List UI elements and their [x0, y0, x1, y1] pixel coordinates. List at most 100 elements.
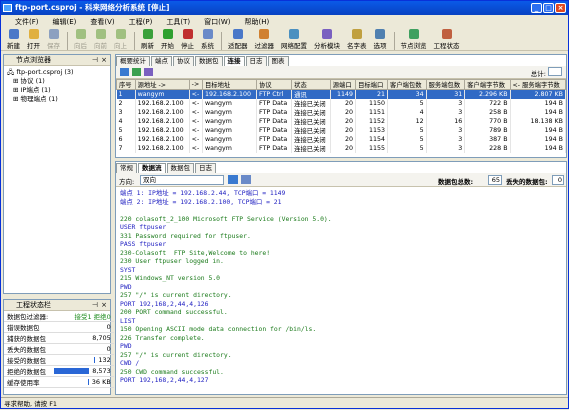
column-header[interactable]: 协议	[256, 79, 293, 90]
toolbar-button-16[interactable]: 节点浏览	[401, 29, 427, 50]
tab-bottom_tabs-1[interactable]: 数据流	[138, 163, 166, 173]
toolbar-button-11[interactable]: 过滤器	[255, 29, 274, 50]
pin-icon[interactable]: ⊣	[92, 55, 98, 66]
table-cell: 18.138 KB	[510, 117, 567, 126]
column-header[interactable]: 目标端口	[355, 79, 389, 90]
column-header[interactable]: <- 服务端字节数	[509, 79, 567, 90]
column-header[interactable]: 源端口	[329, 79, 357, 90]
tab-top_tabs-5[interactable]: 日志	[245, 56, 267, 66]
maximize-button[interactable]: □	[543, 3, 554, 13]
table-row[interactable]: 5 192.168.2.100 <- wangym FTP Data 连接已关闭 20 115…	[116, 126, 567, 135]
column-header[interactable]: 服务端包数	[425, 79, 466, 90]
toolbar-button-4[interactable]: 向前	[94, 29, 107, 50]
tab-bottom_tabs-0[interactable]: 常规	[116, 163, 137, 173]
pin-icon[interactable]: ⊣	[92, 300, 98, 311]
toolbar-button-9[interactable]: 系统	[201, 29, 214, 50]
stream-line: 200 PORT command successful.	[120, 308, 228, 316]
table-cell: wangym	[202, 117, 258, 126]
tab-top_tabs-1[interactable]: 端点	[151, 56, 172, 66]
table-cell: FTP Ctrl	[256, 89, 293, 99]
toolbar-button-6[interactable]: 刷新	[141, 29, 154, 50]
menu-file[interactable]: 文件(F)	[15, 17, 39, 27]
toolbar-button-3[interactable]: 向后	[74, 29, 87, 50]
status-value: 36 KB	[51, 376, 114, 388]
toolbar-button-13[interactable]: 分析模块	[314, 29, 340, 50]
menu-help[interactable]: 帮助(H)	[244, 17, 269, 27]
table-cell: 12	[387, 117, 427, 126]
table-cell: 192.168.2.100	[202, 89, 258, 99]
toolbar-icon	[202, 29, 213, 39]
view-icon[interactable]	[120, 68, 129, 76]
tab-bottom_tabs-3[interactable]: 日志	[195, 163, 216, 173]
tab-top_tabs-3[interactable]: 数据包	[195, 56, 223, 66]
close-icon[interactable]: ×	[101, 55, 107, 66]
total-dropdown[interactable]	[548, 67, 562, 76]
toolbar-button-10[interactable]: 适配器	[228, 29, 248, 50]
menu-project[interactable]: 工程(P)	[129, 17, 153, 27]
column-header[interactable]: 状态	[291, 79, 331, 90]
tab-top_tabs-6[interactable]: 图表	[267, 56, 289, 66]
save-icon[interactable]	[228, 175, 238, 184]
toolbar-button-5[interactable]: 向上	[114, 29, 127, 50]
toolbar-button-15[interactable]: 选项	[374, 29, 387, 50]
column-header[interactable]: 序号	[116, 79, 136, 90]
refresh-icon[interactable]	[132, 68, 141, 76]
toolbar-button-0[interactable]: 新建	[7, 29, 20, 50]
table-cell: 3	[426, 144, 466, 153]
filter-icon[interactable]	[144, 68, 153, 76]
toolbar-button-7[interactable]: 开始	[161, 29, 174, 50]
table-cell: 34	[387, 89, 427, 99]
toolbar-button-1[interactable]: 打开	[27, 29, 40, 50]
table-cell: 1153	[355, 126, 389, 135]
tree-item-ip[interactable]: ⊞ IP端点 (1)	[7, 86, 107, 95]
menu-tools[interactable]: 工具(T)	[166, 17, 190, 27]
toolbar-icon	[375, 29, 385, 39]
table-cell: FTP Data	[256, 144, 293, 153]
tab-bottom_tabs-2[interactable]: 数据包	[166, 163, 194, 173]
direction-select[interactable]: 双向	[140, 175, 224, 185]
toolbar-button-8[interactable]: 停止	[181, 29, 194, 50]
column-header[interactable]: 客户端字节数	[464, 79, 511, 90]
table-row[interactable]: 2 192.168.2.100 <- wangym FTP Data 连接已关闭 20 115…	[116, 99, 567, 108]
column-header[interactable]: 源地址 ->	[134, 79, 190, 90]
stream-line: 215 Windows_NT version 5.0	[120, 274, 221, 282]
status-row: 接受的数据包 132	[4, 354, 114, 366]
tree-root[interactable]: 🖧 ftp-port.csproj (3)	[7, 68, 107, 77]
table-cell: 192.168.2.100	[135, 144, 190, 153]
column-header[interactable]: 客户端包数	[387, 79, 427, 90]
tab-top_tabs-2[interactable]: 协议	[173, 56, 194, 66]
tree-item-physical[interactable]: ⊞ 物理端点 (1)	[7, 95, 107, 104]
status-value: 0	[51, 321, 114, 333]
toolbar-button-12[interactable]: 网络配置	[281, 29, 307, 50]
table-cell: 192.168.2.100	[135, 99, 190, 108]
table-cell: 20	[330, 135, 357, 144]
table-row[interactable]: 3 192.168.2.100 <- wangym FTP Data 连接已关闭 20 115…	[116, 108, 567, 117]
toolbar-button-2[interactable]: 保存	[47, 29, 60, 50]
copy-icon[interactable]	[241, 175, 251, 184]
minimize-button[interactable]: _	[531, 3, 542, 13]
menu-window[interactable]: 窗口(W)	[204, 17, 230, 27]
toolbar-icon	[75, 29, 86, 39]
menu-view[interactable]: 查看(V)	[90, 17, 114, 27]
tree-item-protocol[interactable]: ⊞ 协议 (1)	[7, 77, 107, 86]
connection-table: 序号 源地址 -> -> 目标地址 协议 状态 源端口 目标端口 客户端包数 服务端包数 客户端字节…	[116, 79, 567, 153]
table-row[interactable]: 6 192.168.2.100 <- wangym FTP Data 连接已关闭 20 115…	[116, 135, 567, 144]
tab-top_tabs-4[interactable]: 连接	[223, 56, 245, 66]
stream-line: 250 CWD command successful.	[120, 367, 224, 376]
table-cell: 20	[330, 144, 357, 153]
window-title: ftp-port.csproj - 科来网络分析系统 [停止]	[15, 3, 170, 12]
close-icon[interactable]: ×	[101, 300, 107, 311]
close-button[interactable]: ×	[555, 3, 566, 13]
table-row[interactable]: 4 192.168.2.100 <- wangym FTP Data 连接已关闭 20 115…	[116, 117, 567, 126]
tab-top_tabs-0[interactable]: 概要统计	[116, 56, 150, 66]
toolbar-button-17[interactable]: 工程状态	[434, 29, 460, 50]
table-cell: 2.296 KB	[464, 89, 511, 99]
table-row[interactable]: 1 wangym <- 192.168.2.100 FTP Ctrl 通讯 1149 21 34…	[116, 89, 567, 99]
menu-edit[interactable]: 编辑(E)	[53, 17, 77, 27]
column-header[interactable]: 目标地址	[201, 79, 258, 90]
toolbar-label: 向上	[114, 42, 127, 50]
toolbar-button-14[interactable]: 名字表	[347, 29, 367, 50]
table-row[interactable]: 7 192.168.2.100 <- wangym FTP Data 连接已关闭 20 115…	[116, 144, 567, 153]
table-cell: FTP Data	[256, 117, 293, 126]
column-header[interactable]: ->	[188, 79, 203, 90]
